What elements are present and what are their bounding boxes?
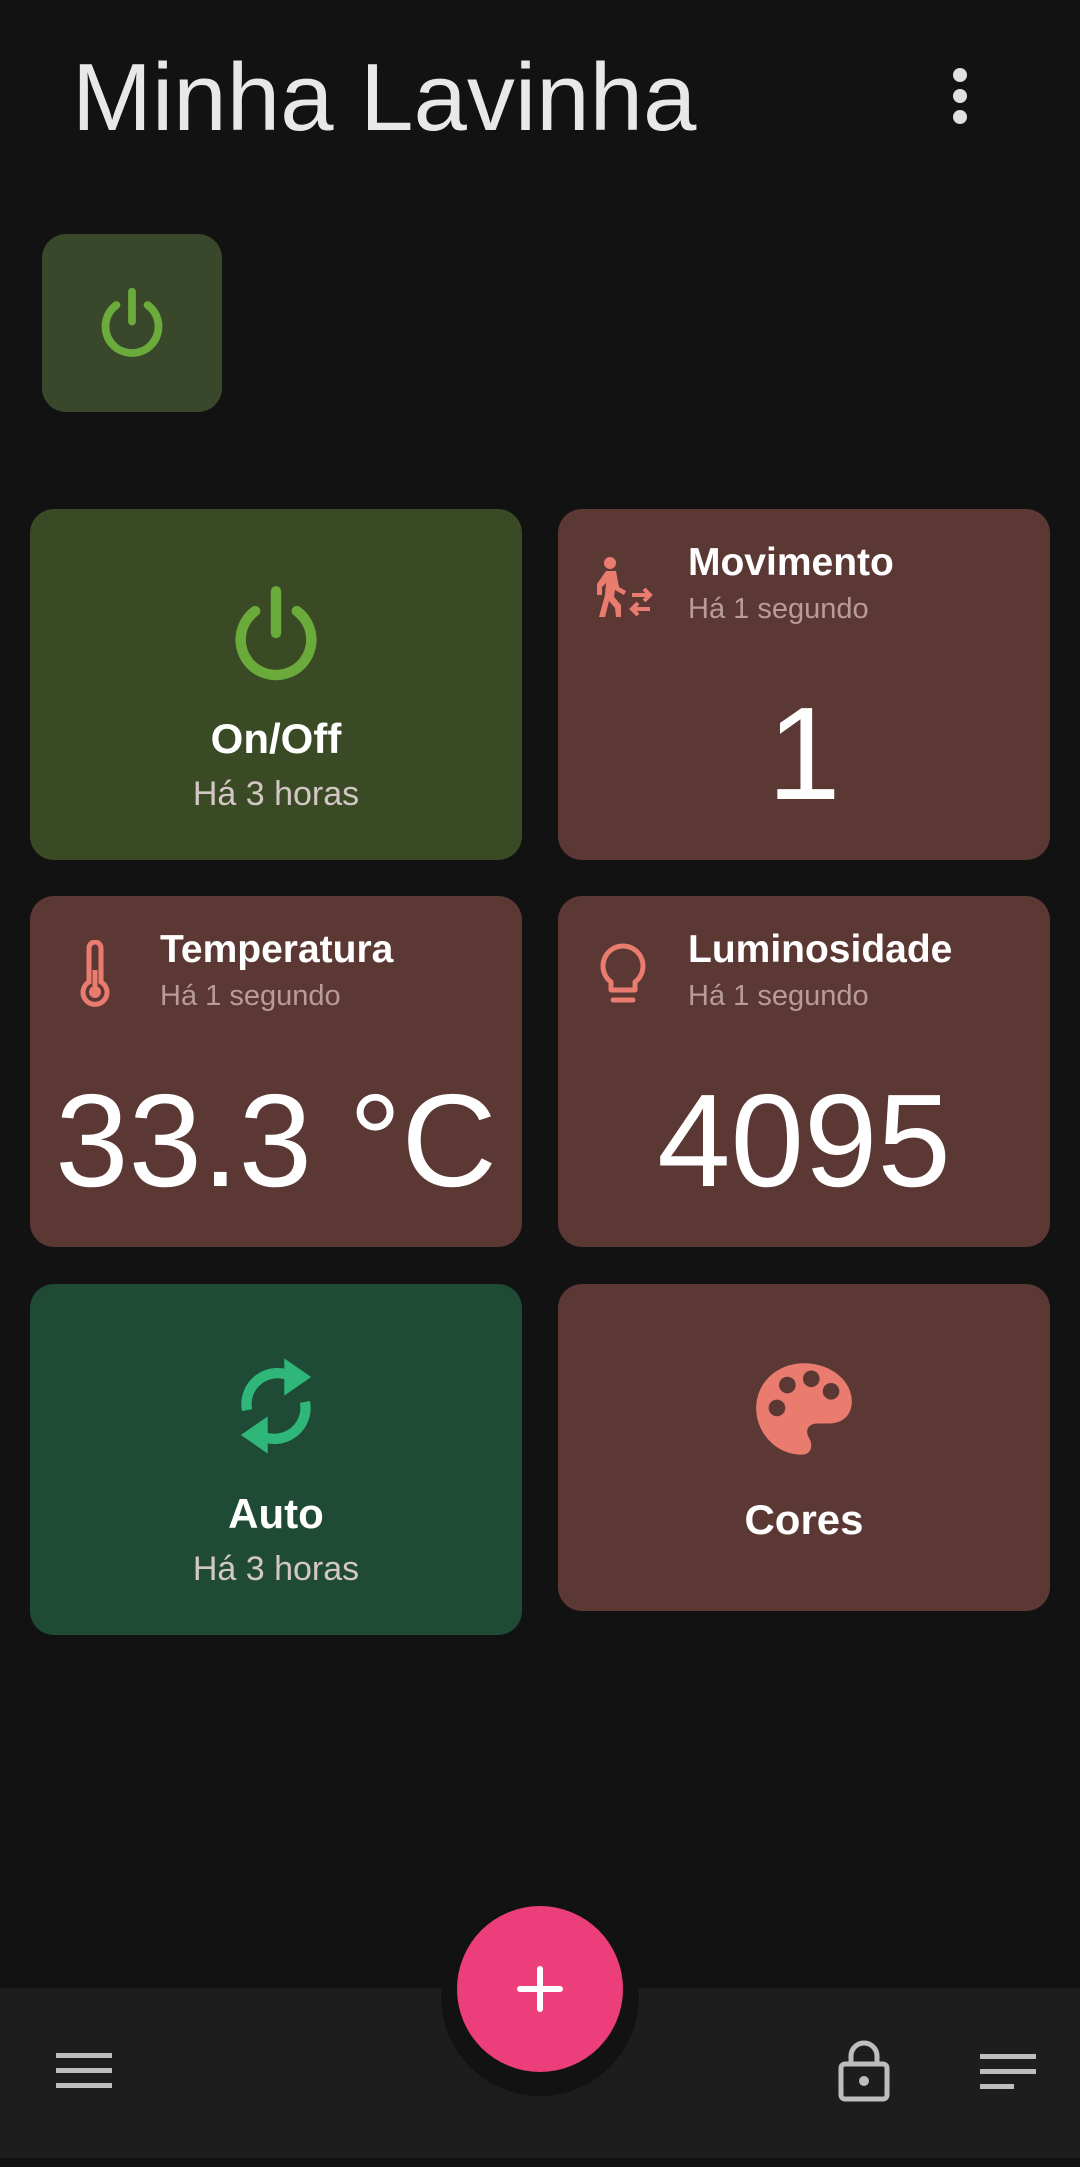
sort-button[interactable] [968, 2032, 1048, 2112]
more-vert-icon [953, 68, 967, 124]
sort-icon [980, 2054, 1036, 2089]
movimento-updated: Há 1 segundo [688, 593, 869, 625]
quick-power-button[interactable] [42, 234, 222, 412]
auto-tile[interactable]: Auto Há 3 horas [30, 1284, 522, 1635]
sync-icon [240, 1358, 312, 1454]
auto-updated: Há 3 horas [192, 1550, 360, 1588]
plus-icon [517, 1966, 563, 2012]
menu-button[interactable] [44, 2031, 124, 2111]
temperatura-name: Temperatura [160, 928, 394, 971]
auto-label: Auto [228, 1490, 324, 1537]
cores-tile[interactable]: Cores [558, 1284, 1050, 1611]
onoff-tile[interactable]: On/Off Há 3 horas [30, 509, 522, 860]
add-fab-button[interactable] [457, 1906, 623, 2072]
movimento-name: Movimento [688, 541, 894, 584]
onoff-label: On/Off [210, 715, 342, 762]
luminosidade-value: 4095 [657, 1067, 951, 1214]
luminosidade-updated: Há 1 segundo [688, 980, 869, 1012]
app-title: Minha Lavinha [72, 44, 697, 151]
power-icon [235, 586, 317, 681]
temperatura-updated: Há 1 segundo [160, 980, 341, 1012]
motion-sensor-icon [597, 557, 653, 617]
lightbulb-icon [600, 943, 646, 1003]
cores-label: Cores [744, 1496, 864, 1543]
movimento-tile[interactable]: Movimento Há 1 segundo 1 [558, 509, 1050, 860]
onoff-updated: Há 3 horas [192, 775, 360, 813]
palette-icon [756, 1363, 852, 1455]
lock-icon [838, 2040, 890, 2102]
lock-button[interactable] [824, 2030, 904, 2110]
overflow-menu-button[interactable] [920, 52, 1000, 140]
luminosidade-name: Luminosidade [688, 928, 953, 971]
movimento-value: 1 [767, 680, 841, 827]
menu-icon [56, 2053, 112, 2088]
power-icon [101, 287, 163, 357]
luminosidade-tile[interactable]: Luminosidade Há 1 segundo 4095 [558, 896, 1050, 1247]
temperatura-tile[interactable]: Temperatura Há 1 segundo 33.3 °C [30, 896, 522, 1247]
temperatura-value: 33.3 °C [55, 1067, 497, 1214]
thermometer-icon [80, 940, 110, 1007]
